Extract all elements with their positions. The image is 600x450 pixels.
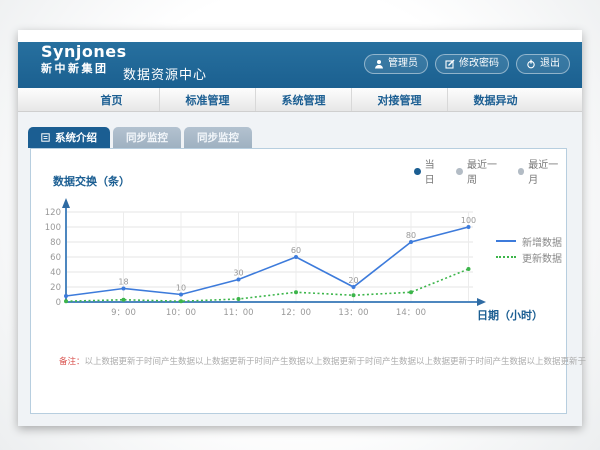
admin-user-label: 管理员 [388, 57, 418, 71]
svg-text:30: 30 [233, 269, 243, 278]
tab-label: 系统介绍 [55, 130, 97, 145]
nav-item-3[interactable]: 系统管理 [255, 88, 351, 111]
legend-line-sample [496, 256, 516, 258]
period-option-3[interactable]: 最近一月 [518, 156, 566, 186]
legend-label: 更新数据 [522, 250, 562, 265]
period-option-label: 当日 [425, 156, 444, 186]
app-title: 数据资源中心 [123, 64, 207, 83]
brand-logo-subtext: 新中新集团 [41, 63, 127, 74]
document-icon [41, 133, 50, 142]
x-axis-label: 日期（小时） [477, 307, 543, 323]
svg-text:0: 0 [56, 298, 61, 308]
brand-logo-text: Synjones [41, 44, 127, 60]
svg-text:10: 10 [176, 284, 186, 293]
tab-3[interactable]: 同步监控 [184, 127, 252, 148]
svg-text:12：00: 12：00 [281, 308, 311, 318]
nav-item-2[interactable]: 标准管理 [159, 88, 255, 111]
radio-icon [456, 168, 463, 175]
period-options: 当日最近一周最近一月 [414, 156, 566, 186]
footnote-text: 以上数据更新于时间产生数据以上数据更新于时间产生数据以上数据更新于时间产生数据以… [85, 357, 587, 367]
svg-text:18: 18 [118, 278, 128, 287]
change-password-label: 修改密码 [459, 57, 499, 71]
legend-line-sample [496, 240, 516, 242]
period-option-1[interactable]: 当日 [414, 156, 443, 186]
app-header: Synjones 新中新集团 数据资源中心 管理员 修改密码 [18, 42, 582, 88]
radio-icon [414, 168, 421, 175]
tab-label: 同步监控 [197, 130, 239, 145]
power-icon [526, 59, 536, 69]
svg-text:14：00: 14：00 [396, 308, 426, 318]
svg-text:40: 40 [50, 268, 61, 278]
svg-text:10：00: 10：00 [166, 308, 196, 318]
legend-label: 新增数据 [522, 234, 562, 249]
svg-text:20: 20 [50, 283, 61, 293]
user-menu: 管理员 修改密码 退出 [364, 54, 570, 74]
tab-1[interactable]: 系统介绍 [28, 127, 110, 148]
svg-text:100: 100 [45, 223, 61, 233]
line-chart: 0 20 40 60 80 100 120 9：00 10：00 11：00 12：00 13：00 1… [41, 192, 491, 324]
nav-item-1[interactable]: 首页 [64, 88, 159, 111]
svg-text:80: 80 [50, 238, 61, 248]
period-option-label: 最近一周 [467, 156, 505, 186]
svg-text:120: 120 [45, 208, 61, 218]
svg-text:80: 80 [406, 231, 416, 240]
legend-item-2: 更新数据 [496, 249, 562, 265]
radio-icon [518, 168, 525, 175]
tab-label: 同步监控 [126, 130, 168, 145]
svg-text:11：00: 11：00 [223, 308, 253, 318]
app-window: Synjones 新中新集团 数据资源中心 管理员 修改密码 [18, 30, 582, 426]
user-icon [374, 59, 384, 69]
period-option-2[interactable]: 最近一周 [456, 156, 504, 186]
svg-text:9：00: 9：00 [111, 308, 136, 318]
y-axis-label: 数据交换（条） [53, 173, 130, 189]
svg-text:100: 100 [461, 216, 476, 225]
admin-user-button[interactable]: 管理员 [364, 54, 428, 74]
logout-label: 退出 [540, 57, 560, 71]
footnote: 备注：以上数据更新于时间产生数据以上数据更新于时间产生数据以上数据更新于时间产生… [59, 355, 586, 367]
series-legend: 新增数据更新数据 [496, 233, 562, 265]
nav-item-4[interactable]: 对接管理 [351, 88, 447, 111]
period-option-label: 最近一月 [528, 156, 566, 186]
nav-item-5[interactable]: 数据异动 [447, 88, 543, 111]
svg-text:60: 60 [291, 246, 301, 255]
logout-button[interactable]: 退出 [516, 54, 570, 74]
footnote-prefix: 备注： [59, 357, 85, 367]
main-nav: 首页标准管理系统管理对接管理数据异动 [18, 88, 582, 112]
chart-panel: 当日最近一周最近一月 数据交换（条） 0 20 40 60 80 100 120 9：00 10… [30, 148, 567, 414]
svg-text:13：00: 13：00 [338, 308, 368, 318]
tab-2[interactable]: 同步监控 [113, 127, 181, 148]
svg-text:60: 60 [50, 253, 61, 263]
legend-item-1: 新增数据 [496, 233, 562, 249]
content-area: 系统介绍 同步监控 同步监控 当日最近一周最近一月 数据交换（条） 0 20 40 60 8… [18, 112, 582, 426]
brand-logo: Synjones 新中新集团 [41, 44, 127, 74]
svg-text:20: 20 [348, 276, 358, 285]
window-top-strip [18, 30, 582, 42]
edit-icon [445, 59, 455, 69]
tab-bar: 系统介绍 同步监控 同步监控 [28, 127, 252, 148]
change-password-button[interactable]: 修改密码 [435, 54, 509, 74]
